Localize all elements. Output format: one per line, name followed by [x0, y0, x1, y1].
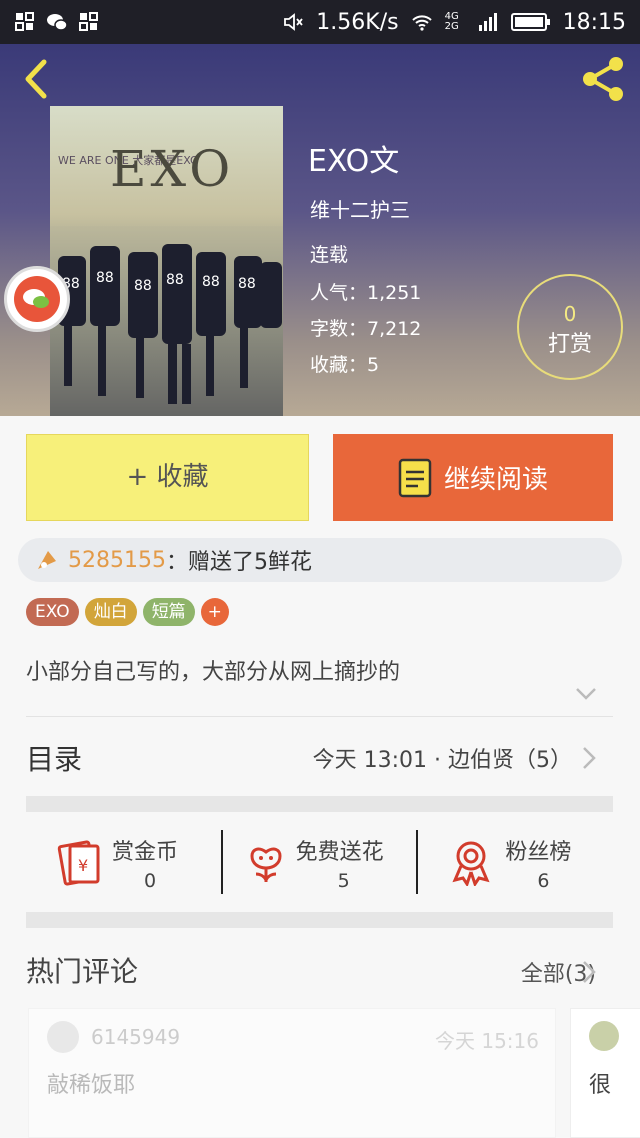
book-popularity: 人气：1,251: [310, 282, 422, 304]
book-favorites: 收藏：5: [310, 354, 380, 376]
svg-text:88: 88: [238, 276, 256, 292]
flower-notice-icon: [38, 551, 56, 569]
svg-text:¥: ¥: [78, 856, 88, 875]
app-notification-icon: [15, 12, 34, 31]
coin-reward-stat[interactable]: ¥ 赏金币 0: [26, 812, 222, 912]
tag-list: EXO 灿白 短篇 +: [26, 598, 229, 626]
svg-text:88: 88: [166, 272, 184, 288]
fan-ranking-value: 6: [537, 870, 550, 892]
book-description: 小部分自己写的，大部分从网上摘抄的: [26, 660, 401, 685]
share-icon[interactable]: [578, 54, 628, 104]
status-bar: 1.56K/s 4G 2G 18:15: [0, 0, 640, 44]
comment-time: 今天 15:16: [435, 1029, 539, 1053]
avatar: [47, 1021, 79, 1053]
app-notification-icon-2: [79, 12, 98, 31]
chevron-right-icon: [583, 747, 596, 769]
comment-text: 敲稀饭耶: [47, 1073, 136, 1098]
comment-card-2[interactable]: 很: [570, 1008, 640, 1138]
book-status: 连载: [310, 244, 349, 266]
free-flower-stat[interactable]: 免费送花 5: [222, 812, 418, 912]
wechat-share-float-button[interactable]: [4, 266, 70, 332]
book-title: EXO文: [308, 144, 400, 179]
gift-notice: 5285155 ：赠送了5鲜花: [18, 538, 622, 582]
fan-ranking-stat[interactable]: 粉丝榜 6: [417, 812, 613, 912]
cover-illustration: 88 88 88 88 88 88: [50, 226, 283, 416]
book-cover[interactable]: WE ARE ONE 大家都是EXO EXO 88 88 88 88 88 88: [50, 106, 283, 416]
book-author[interactable]: 维十二护三: [310, 194, 410, 223]
book-header: WE ARE ONE 大家都是EXO EXO 88 88 88 88 88 88 EXO…: [0, 44, 640, 416]
continue-reading-button[interactable]: 继续阅读: [333, 434, 613, 521]
book-word-count: 字数：7,212: [310, 318, 422, 340]
wechat-notification-icon: [47, 14, 68, 31]
tag-exo[interactable]: EXO: [26, 598, 79, 626]
fan-ranking-label: 粉丝榜: [505, 840, 572, 865]
add-favorite-button[interactable]: + 收藏: [26, 434, 309, 521]
back-arrow-icon[interactable]: [18, 56, 58, 102]
red-envelope-icon: ¥: [57, 840, 100, 886]
gift-text: ：赠送了5鲜花: [165, 550, 312, 575]
free-flower-label: 免费送花: [295, 840, 384, 865]
network-speed: 1.56K/s: [316, 9, 399, 35]
wechat-icon: [23, 289, 49, 308]
medal-icon: [452, 841, 490, 886]
hot-comments-heading: 热门评论: [26, 955, 139, 988]
svg-text:88: 88: [134, 278, 152, 294]
free-flower-value: 5: [337, 870, 350, 892]
add-tag-button[interactable]: +: [200, 598, 229, 626]
gift-user-id[interactable]: 5285155: [68, 548, 166, 573]
continue-reading-label: 继续阅读: [443, 465, 548, 495]
svg-text:88: 88: [202, 274, 220, 290]
avatar-2: [589, 1021, 619, 1051]
section-gap-2: [26, 912, 613, 928]
clock: 18:15: [562, 9, 626, 35]
latest-chapter: 今天 13:01 · 边伯贤（5）: [312, 748, 572, 773]
tip-button[interactable]: 0 打赏: [517, 274, 623, 380]
tip-label: 打赏: [547, 332, 592, 357]
section-gap: [26, 796, 613, 812]
tag-chanbaek[interactable]: 灿白: [84, 598, 137, 626]
book-icon: [398, 458, 432, 497]
comment-text-2: 很: [589, 1073, 612, 1098]
table-of-contents-row[interactable]: 目录 今天 13:01 · 边伯贤（5）: [0, 718, 640, 794]
stats-row: ¥ 赏金币 0 免费送花 5 粉丝榜 6: [26, 812, 613, 912]
flower-icon: [250, 847, 282, 882]
chevron-right-icon-2: [583, 961, 596, 983]
comment-user: 6145949: [91, 1025, 181, 1049]
mute-icon: [284, 13, 303, 31]
network-type: 4G 2G: [444, 11, 459, 32]
comment-card[interactable]: 6145949 今天 15:16 敲稀饭耶: [28, 1008, 556, 1138]
coin-reward-label: 赏金币: [112, 840, 179, 865]
tag-short[interactable]: 短篇: [142, 598, 195, 626]
tip-count: 0: [563, 302, 577, 326]
coin-reward-value: 0: [144, 870, 157, 892]
wifi-icon: [411, 15, 432, 31]
signal-icon: [478, 13, 497, 31]
svg-text:88: 88: [96, 270, 114, 286]
battery-icon: [510, 13, 550, 31]
divider: [26, 716, 613, 717]
toc-label: 目录: [26, 743, 83, 776]
cover-logo: EXO: [110, 140, 235, 198]
expand-chevron-icon[interactable]: [574, 686, 598, 702]
